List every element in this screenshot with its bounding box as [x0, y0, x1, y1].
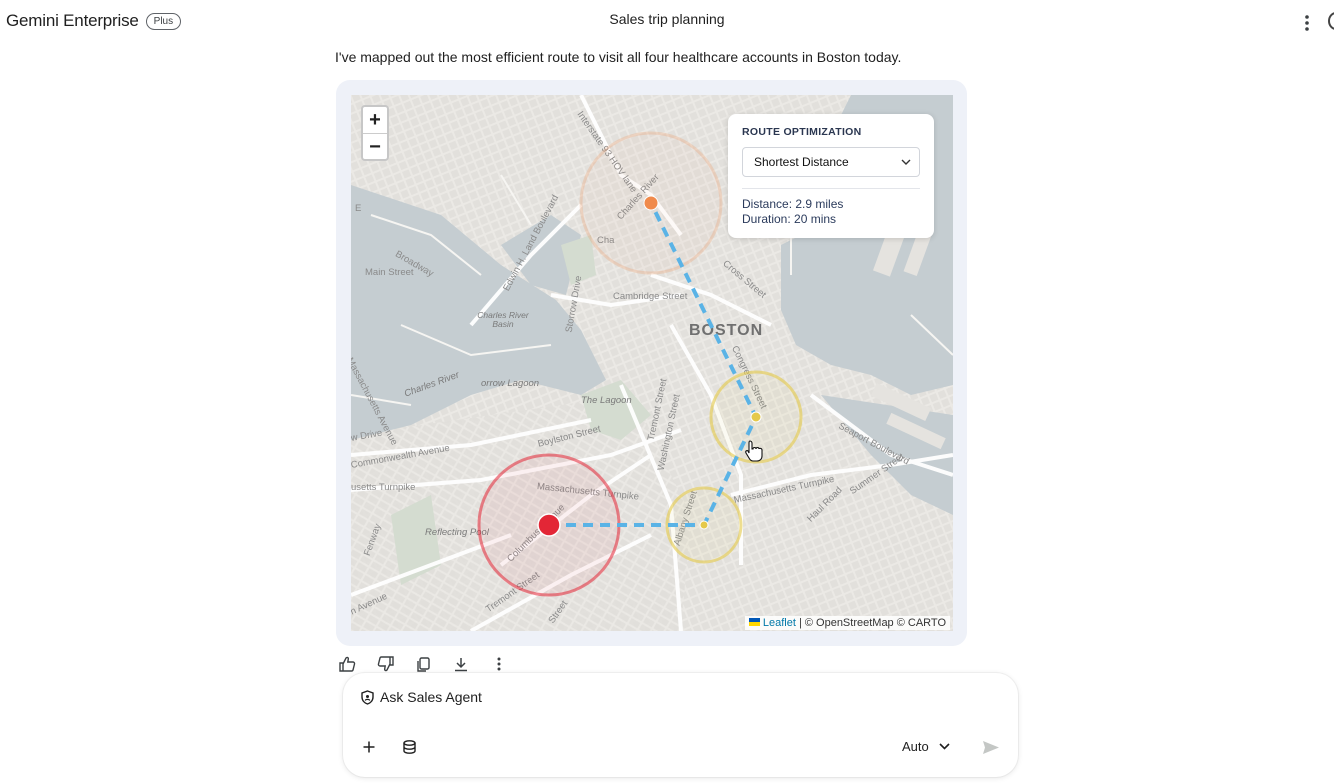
send-icon[interactable]: [981, 737, 1001, 757]
model-selector[interactable]: Auto: [902, 739, 950, 754]
more-vert-icon[interactable]: [487, 655, 511, 673]
plus-icon[interactable]: [359, 737, 379, 757]
shield-icon: [361, 689, 374, 705]
chat-title: Sales trip planning: [609, 11, 725, 27]
route-mode-value: Shortest Distance: [754, 155, 849, 169]
assistant-message: I've mapped out the most efficient route…: [335, 49, 902, 65]
database-icon[interactable]: [399, 737, 419, 757]
composer: Ask Sales Agent Auto: [343, 673, 1018, 777]
route-optimization-panel: ROUTE OPTIMIZATION Shortest Distance Dis…: [728, 114, 934, 238]
chevron-down-icon: [901, 159, 911, 165]
divider: [742, 188, 920, 189]
route-duration: Duration: 20 mins: [742, 212, 837, 226]
leaflet-link[interactable]: Leaflet: [763, 617, 796, 629]
more-vert-icon[interactable]: [1296, 12, 1318, 34]
avatar[interactable]: [1328, 12, 1334, 30]
route-mode-select[interactable]: Shortest Distance: [742, 147, 920, 177]
thumbs-down-icon[interactable]: [373, 655, 397, 673]
route-map[interactable]: Interstate 93 HOV lane Charles River Cha…: [351, 95, 953, 631]
zoom-control: + −: [361, 105, 389, 161]
top-bar: Gemini Enterprise Plus Sales trip planni…: [0, 0, 1334, 42]
zoom-in-button[interactable]: +: [363, 107, 387, 133]
thumbs-up-icon[interactable]: [335, 655, 359, 673]
copy-icon[interactable]: [411, 655, 435, 673]
map-attribution: Leaflet | © OpenStreetMap © CARTO: [744, 616, 950, 630]
stop-marker-orange[interactable]: [643, 195, 659, 211]
model-selector-label: Auto: [902, 739, 929, 754]
zoom-out-button[interactable]: −: [363, 133, 387, 159]
stop-marker-yellow[interactable]: [750, 411, 762, 423]
response-actions: [335, 655, 511, 673]
stop-marker-start[interactable]: [537, 513, 561, 537]
download-icon[interactable]: [449, 655, 473, 673]
agent-label: Ask Sales Agent: [380, 689, 482, 705]
route-panel-heading: ROUTE OPTIMIZATION: [742, 126, 862, 138]
chevron-down-icon: [939, 743, 950, 750]
prompt-input[interactable]: Ask Sales Agent: [361, 689, 482, 705]
stop-marker-yellow[interactable]: [699, 520, 709, 530]
ukraine-flag-icon: [748, 618, 760, 626]
route-distance: Distance: 2.9 miles: [742, 197, 844, 211]
attribution-text: | © OpenStreetMap © CARTO: [795, 617, 946, 629]
